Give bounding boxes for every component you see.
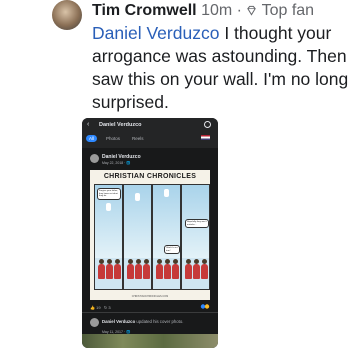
comic-panel-3: Glad it's our turn! xyxy=(152,184,181,290)
back-arrow-icon: ‹ xyxy=(87,121,90,128)
comment-author[interactable]: Tim Cromwell xyxy=(92,2,197,19)
post-date: May 22, 2018 · 🌐 xyxy=(102,161,131,165)
like-count: 19 xyxy=(96,305,101,310)
profile-title: Daniel Verduzco xyxy=(99,122,142,128)
comic-panel-2 xyxy=(123,184,152,290)
like-icon: 👍 xyxy=(90,305,95,310)
search-icon xyxy=(204,121,211,128)
comment-body: Daniel Verduzco I thought your arrogance… xyxy=(92,22,348,114)
comic-footer: CHRISTIANCHRONICLES.COM xyxy=(131,295,169,298)
top-fan-badge: Top fan xyxy=(261,2,315,19)
embedded-screenshot[interactable]: ‹ Daniel Verduzco All Photos Reels Danie… xyxy=(82,118,218,348)
reaction-icons xyxy=(200,304,210,309)
tab-photos: Photos xyxy=(106,136,121,141)
post-author: Daniel Verduzco xyxy=(102,154,141,160)
post2-text: Daniel Verduzco updated his cover photo. xyxy=(102,319,184,324)
comic-bubble-2: Glad it's our turn! xyxy=(164,245,180,255)
comic-title: CHRISTIAN CHRONICLES xyxy=(103,173,197,180)
comic-bubble-3: Hopefully they won't mistake... xyxy=(185,219,209,229)
profile-topbar: ‹ Daniel Verduzco All Photos Reels xyxy=(82,118,218,148)
profile-tabs: All Photos Reels xyxy=(86,135,147,142)
mention-link[interactable]: Daniel Verduzco xyxy=(92,23,219,43)
reaction-counts: 👍 19 ↻ 3 xyxy=(90,305,111,310)
post-divider xyxy=(82,312,218,313)
flag-icon xyxy=(201,135,210,140)
commenter-avatar[interactable] xyxy=(52,0,82,30)
comment-header: Tim Cromwell 10m · Top fan xyxy=(92,2,314,20)
comment-time: 10m · xyxy=(201,2,242,19)
cover-photo xyxy=(82,334,218,348)
tab-reels: Reels xyxy=(132,136,144,141)
tab-all: All xyxy=(86,135,98,142)
comic-panel-1: Forgive your father, they know not what … xyxy=(94,184,123,290)
comic-bubble-1: Forgive your father, they know not what … xyxy=(97,188,121,200)
post2-avatar xyxy=(90,318,99,327)
post-avatar xyxy=(90,154,99,163)
comic-panel-4: Hopefully they won't mistake... xyxy=(181,184,210,290)
diamond-icon xyxy=(247,5,257,16)
comic-image: CHRISTIAN CHRONICLES Forgive your father… xyxy=(90,170,210,300)
share-count: 3 xyxy=(108,305,111,310)
share-icon: ↻ xyxy=(103,305,108,310)
